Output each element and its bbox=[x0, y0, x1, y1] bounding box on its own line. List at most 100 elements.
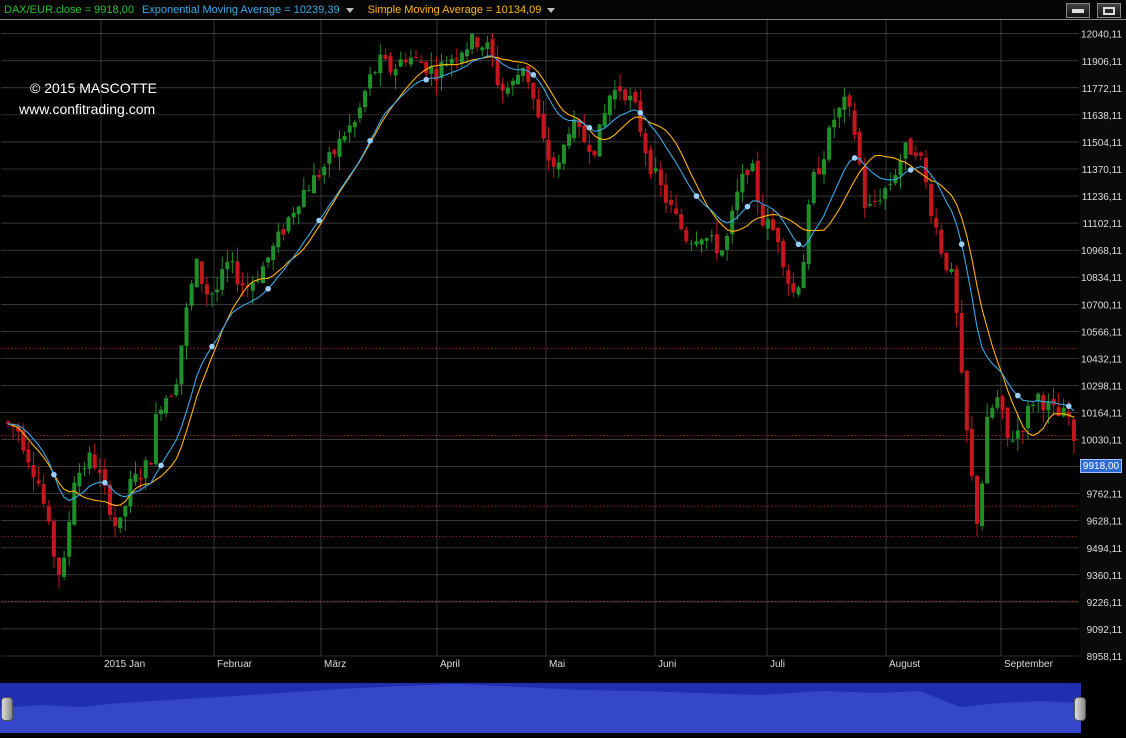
candle-body bbox=[1020, 430, 1025, 432]
candle-body bbox=[337, 138, 342, 157]
ema-dropdown-icon[interactable] bbox=[345, 7, 354, 13]
maximize-button[interactable] bbox=[1097, 3, 1121, 18]
candle-body bbox=[281, 228, 286, 235]
candle-body bbox=[189, 283, 194, 306]
candle-body bbox=[133, 474, 138, 482]
candle-body bbox=[954, 269, 959, 313]
candle-body bbox=[771, 219, 775, 230]
signal-marker bbox=[795, 241, 802, 248]
candle-body bbox=[72, 482, 77, 525]
navigator-left-handle[interactable] bbox=[1, 697, 13, 721]
candle-body bbox=[806, 204, 811, 265]
x-tick-label: Juli bbox=[770, 659, 785, 670]
candle-body bbox=[26, 449, 31, 463]
candle-body bbox=[694, 241, 699, 245]
candle-body bbox=[847, 95, 852, 107]
y-tick-label: 9762,11 bbox=[1087, 490, 1123, 501]
candle-body bbox=[271, 245, 276, 260]
candle-body bbox=[1026, 405, 1030, 429]
y-tick-label: 9226,11 bbox=[1087, 598, 1123, 609]
candle-body bbox=[740, 173, 745, 193]
candle-body bbox=[485, 42, 490, 49]
candle-body bbox=[67, 521, 72, 557]
candle-body bbox=[648, 149, 653, 175]
candle-body bbox=[118, 517, 123, 529]
candle-body bbox=[480, 47, 485, 51]
candle-body bbox=[618, 86, 622, 92]
x-tick-label: 2015 Jan bbox=[104, 659, 145, 670]
signal-marker bbox=[693, 193, 700, 199]
legend-ema[interactable]: Exponential Moving Average = 10239,39 bbox=[142, 4, 340, 16]
candle-body bbox=[383, 54, 388, 60]
candle-body bbox=[276, 231, 281, 248]
candle-body bbox=[419, 61, 424, 63]
candle-body bbox=[684, 230, 689, 242]
y-tick-label: 9494,11 bbox=[1087, 544, 1123, 555]
candle-body bbox=[408, 57, 413, 65]
candle-body bbox=[368, 74, 373, 89]
navigator-overview bbox=[0, 684, 1081, 733]
candle-body bbox=[1010, 440, 1015, 442]
y-tick-label: 10030,11 bbox=[1081, 436, 1122, 447]
x-tick-label: Mai bbox=[549, 659, 565, 670]
navigator-right-handle[interactable] bbox=[1074, 697, 1086, 721]
y-tick-label: 12040,11 bbox=[1081, 30, 1122, 41]
candle-body bbox=[459, 52, 464, 63]
candle-body bbox=[148, 462, 153, 465]
candle-body bbox=[194, 258, 199, 288]
candle-body bbox=[816, 168, 821, 175]
candle-body bbox=[250, 282, 255, 291]
minimize-icon bbox=[1072, 9, 1084, 13]
candle-body bbox=[653, 168, 658, 172]
signal-marker bbox=[744, 203, 751, 210]
y-tick-label: 9360,11 bbox=[1087, 571, 1123, 582]
y-tick-label: 11772,11 bbox=[1082, 84, 1123, 95]
sma-dropdown-icon[interactable] bbox=[547, 7, 556, 13]
current-price-badge: 9918,00 bbox=[1080, 459, 1122, 473]
signal-marker bbox=[51, 471, 57, 478]
legend-main-series[interactable]: DAX/EUR.close = 9918,00 bbox=[4, 4, 134, 16]
candle-body bbox=[92, 454, 97, 469]
candle-body bbox=[1041, 394, 1046, 411]
candle-body bbox=[663, 184, 668, 203]
minimize-button[interactable] bbox=[1066, 3, 1090, 18]
candle-body bbox=[424, 61, 429, 74]
candle-body bbox=[704, 238, 709, 241]
legend-sma[interactable]: Simple Moving Average = 10134,09 bbox=[368, 4, 542, 16]
candle-body bbox=[36, 480, 41, 484]
x-tick-label: August bbox=[889, 659, 920, 670]
price-chart[interactable]: 12040,11 11906,11 11772,11 11638,11 11504,11… bbox=[0, 0, 1126, 733]
candle-body bbox=[373, 72, 378, 74]
signal-marker bbox=[102, 479, 108, 486]
candle-body bbox=[301, 189, 306, 207]
candle-body bbox=[623, 89, 628, 101]
candle-body bbox=[745, 169, 750, 176]
signal-marker bbox=[1066, 403, 1072, 409]
navigator-bar[interactable] bbox=[0, 683, 1081, 733]
candle-body bbox=[750, 163, 755, 172]
candle-body bbox=[1031, 404, 1036, 407]
maximize-icon bbox=[1103, 7, 1115, 15]
candle-body bbox=[765, 219, 770, 229]
signal-marker bbox=[423, 76, 430, 83]
candle-body bbox=[490, 39, 495, 57]
candle-body bbox=[449, 58, 454, 64]
candle-body bbox=[434, 68, 439, 81]
candle-body bbox=[786, 270, 791, 284]
candle-body bbox=[633, 91, 638, 103]
candle-body bbox=[296, 206, 301, 215]
candle-body bbox=[674, 208, 679, 214]
candle-body bbox=[720, 250, 724, 256]
candle-body bbox=[837, 107, 842, 118]
candle-body bbox=[332, 149, 337, 154]
candle-body bbox=[312, 175, 316, 194]
candle-body bbox=[898, 160, 903, 176]
signal-marker bbox=[637, 110, 644, 116]
candle-body bbox=[62, 557, 67, 577]
candle-body bbox=[342, 135, 347, 141]
candle-body bbox=[266, 257, 271, 263]
candle-body bbox=[97, 469, 102, 473]
candle-body bbox=[592, 150, 597, 155]
candle-body bbox=[811, 171, 816, 204]
candle-body bbox=[546, 139, 551, 161]
